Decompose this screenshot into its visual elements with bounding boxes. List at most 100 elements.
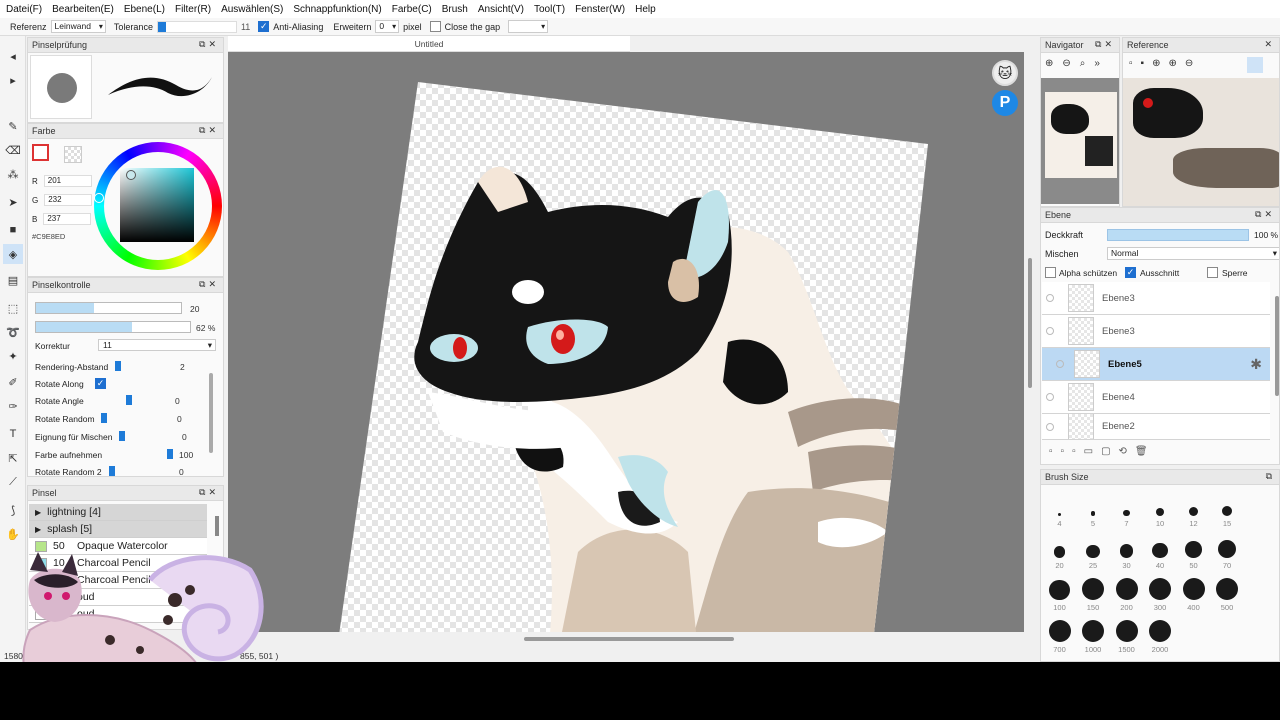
korrektur-select[interactable]: 11 ▾ bbox=[98, 339, 216, 351]
menu-datei[interactable]: Datei(F) bbox=[6, 4, 42, 15]
brush-size-option[interactable]: 20 bbox=[1043, 529, 1076, 571]
menu-ebene[interactable]: Ebene(L) bbox=[124, 4, 165, 15]
brush-size-option[interactable]: 5 bbox=[1077, 487, 1110, 529]
panel-controls-icon[interactable]: ⧉✕ bbox=[1255, 209, 1275, 220]
menu-ansicht[interactable]: Ansicht(V) bbox=[478, 4, 524, 15]
brush-group-lightning[interactable]: ▶ lightning [4] bbox=[29, 504, 207, 521]
brush-size-slider[interactable] bbox=[35, 302, 182, 314]
brush-size-option[interactable]: 25 bbox=[1077, 529, 1110, 571]
brush-size-option[interactable]: 100 bbox=[1043, 571, 1076, 613]
gear-icon[interactable]: ✱ bbox=[1250, 356, 1262, 373]
erweitern-select[interactable]: 0 bbox=[375, 20, 400, 33]
brush-size-option[interactable]: 1500 bbox=[1110, 613, 1143, 655]
menu-brush[interactable]: Brush bbox=[442, 4, 468, 15]
menu-farbe[interactable]: Farbe(C) bbox=[392, 4, 432, 15]
document-tab[interactable]: Untitled bbox=[228, 36, 630, 52]
eraser-tool-icon[interactable]: ⌫ bbox=[3, 140, 23, 160]
panel-controls-icon[interactable]: ⧉✕ bbox=[199, 39, 219, 50]
brush-size-option[interactable]: 7 bbox=[1110, 487, 1143, 529]
blend-mode-select[interactable]: Normal ▾ bbox=[1107, 247, 1279, 260]
brush-size-option[interactable]: 150 bbox=[1077, 571, 1110, 613]
blur-tool-icon[interactable]: ⁂ bbox=[3, 164, 23, 184]
background-color-swatch[interactable] bbox=[64, 146, 82, 163]
brush-size-option[interactable]: 12 bbox=[1177, 487, 1210, 529]
menu-filter[interactable]: Filter(R) bbox=[175, 4, 211, 15]
brush-control-scrollbar[interactable] bbox=[209, 373, 213, 453]
foreground-color-swatch[interactable] bbox=[32, 144, 49, 161]
brush-size-option[interactable]: 70 bbox=[1211, 529, 1244, 571]
pen-tool-icon[interactable]: ✎ bbox=[3, 116, 23, 136]
layer-row[interactable]: Ebene3 bbox=[1042, 315, 1270, 348]
canvas-area[interactable]: 🐱 P bbox=[228, 52, 1024, 632]
panel-controls-icon[interactable]: ⧉✕ bbox=[199, 279, 219, 290]
navigator-preview[interactable] bbox=[1041, 78, 1119, 204]
brush-size-option[interactable]: 2000 bbox=[1144, 613, 1177, 655]
menu-fenster[interactable]: Fenster(W) bbox=[575, 4, 625, 15]
eyedropper-tool-icon[interactable]: ⟆ bbox=[3, 500, 23, 520]
brush-size-option[interactable]: 700 bbox=[1043, 613, 1076, 655]
layer-visibility-icon[interactable] bbox=[1046, 294, 1054, 302]
bucket-tool-icon[interactable]: ■ bbox=[3, 220, 23, 240]
layer-visibility-icon[interactable] bbox=[1046, 422, 1054, 431]
tolerance-slider[interactable] bbox=[156, 20, 237, 33]
brush-group-splash[interactable]: ▶ splash [5] bbox=[29, 521, 207, 538]
canvas-vertical-scrollbar[interactable] bbox=[1028, 258, 1032, 388]
brush-size-option[interactable]: 15 bbox=[1211, 487, 1244, 529]
antialias-checkbox[interactable]: ✓ bbox=[258, 21, 270, 32]
brush-size-option[interactable]: 30 bbox=[1110, 529, 1143, 571]
brush-size-option[interactable]: 500 bbox=[1211, 571, 1244, 613]
hue-ring[interactable] bbox=[94, 142, 222, 270]
rendering-slider-knob[interactable] bbox=[115, 361, 121, 371]
layers-scrollbar[interactable] bbox=[1275, 296, 1279, 396]
clipping-checkbox[interactable]: ✓ bbox=[1125, 267, 1136, 278]
move-tool-icon[interactable]: ➤ bbox=[3, 192, 23, 212]
lock-checkbox[interactable] bbox=[1207, 267, 1218, 278]
layer-row[interactable]: Ebene3 bbox=[1042, 282, 1270, 315]
panel-controls-icon[interactable]: ⧉✕ bbox=[199, 487, 219, 498]
rotate-random-slider-knob[interactable] bbox=[101, 413, 107, 423]
blue-input[interactable]: 237 bbox=[43, 213, 92, 225]
user-avatar-icon[interactable]: 🐱 bbox=[992, 60, 1018, 86]
rotate-angle-slider-knob[interactable] bbox=[126, 395, 132, 405]
gradient-tool-icon[interactable]: ▤ bbox=[3, 270, 23, 290]
alpha-protect-checkbox[interactable] bbox=[1045, 267, 1056, 278]
p-badge-icon[interactable]: P bbox=[992, 90, 1018, 116]
canvas-scroll-thumb[interactable] bbox=[524, 637, 734, 641]
brush-size-option[interactable]: 1000 bbox=[1077, 613, 1110, 655]
eignung-slider-knob[interactable] bbox=[119, 431, 125, 441]
ruler-icon[interactable]: ⟋ bbox=[3, 472, 23, 492]
layer-visibility-icon[interactable] bbox=[1046, 393, 1054, 401]
panel-controls-icon[interactable]: ✕ bbox=[1264, 39, 1275, 50]
brush-size-option[interactable]: 50 bbox=[1177, 529, 1210, 571]
collapse-left-icon[interactable]: ◂ bbox=[3, 46, 23, 66]
brush-size-option[interactable]: 300 bbox=[1144, 571, 1177, 613]
menu-schnappfunktion[interactable]: Schnappfunktion(N) bbox=[293, 4, 381, 15]
magic-wand-icon[interactable]: ✦ bbox=[3, 346, 23, 366]
selection-pen-icon[interactable]: ✐ bbox=[3, 372, 23, 392]
eyedropper-icon[interactable] bbox=[1247, 57, 1263, 73]
layer-row-selected[interactable]: Ebene5 ✱ bbox=[1042, 348, 1270, 381]
layer-action-icons[interactable]: ▫▫▫▭▢⟲🗑 bbox=[1049, 446, 1156, 457]
expand-icon[interactable]: ▸ bbox=[3, 70, 23, 90]
fill-tool-icon[interactable]: ◈ bbox=[3, 244, 23, 264]
referenz-select[interactable]: Leinwand bbox=[50, 20, 106, 33]
brush-size-option[interactable]: 4 bbox=[1043, 487, 1076, 529]
rotate-random2-slider-knob[interactable] bbox=[109, 466, 115, 476]
layer-opacity-slider[interactable] bbox=[1107, 229, 1249, 241]
green-input[interactable]: 232 bbox=[44, 194, 93, 206]
panel-controls-icon[interactable]: ⧉✕ bbox=[199, 125, 219, 136]
artwork-canvas[interactable] bbox=[228, 52, 1024, 632]
farbe-aufnehmen-slider-knob[interactable] bbox=[167, 449, 173, 459]
brush-opacity-slider[interactable] bbox=[35, 321, 191, 333]
brush-size-option[interactable]: 200 bbox=[1110, 571, 1143, 613]
lasso-tool-icon[interactable]: ➰ bbox=[3, 322, 23, 342]
reference-tool-icons[interactable]: ▫▪⊕⊕⊖ bbox=[1129, 58, 1201, 69]
canvas-scrollbar[interactable] bbox=[228, 632, 1024, 662]
panel-controls-icon[interactable]: ⧉ bbox=[1266, 471, 1275, 482]
select-rect-icon[interactable]: ⬚ bbox=[3, 298, 23, 318]
menu-help[interactable]: Help bbox=[635, 4, 656, 15]
layer-row[interactable]: Ebene4 bbox=[1042, 381, 1270, 414]
menu-bearbeiten[interactable]: Bearbeiten(E) bbox=[52, 4, 114, 15]
brush-size-option[interactable]: 10 bbox=[1144, 487, 1177, 529]
close-gap-select[interactable] bbox=[508, 20, 549, 33]
